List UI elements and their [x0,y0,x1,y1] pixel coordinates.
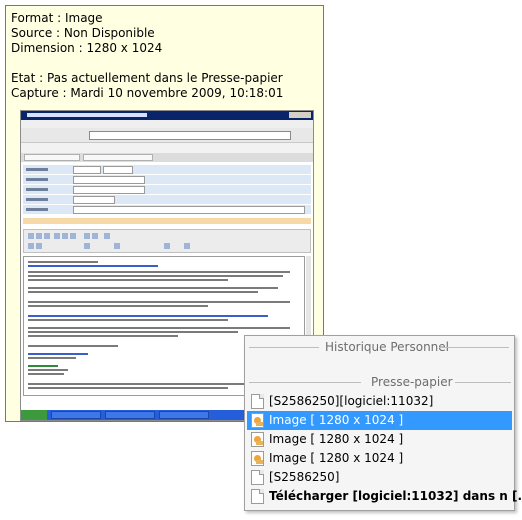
menu-item-label: Image [ 1280 x 1024 ] [269,432,404,446]
tooltip-dimension: Dimension : 1280 x 1024 [11,41,163,55]
menu-item-label: [S2586250] [269,470,340,484]
section-history-label: Historique Personnel [325,340,449,354]
document-icon [251,470,264,485]
thumb-editor-toolbar [23,229,311,253]
menu-item-image-1[interactable]: Image [ 1280 x 1024 ] [247,411,512,430]
thumb-bookmarks [21,143,313,153]
clipboard-separator-right [455,382,511,383]
menu-item-text-short[interactable]: [S2586250] [247,468,512,487]
tooltip-source: Source : Non Disponible [11,26,155,40]
thumb-menubar [21,120,313,128]
tooltip-state: Etat : Pas actuellement dans le Presse-p… [11,71,283,85]
thumb-form [23,165,311,215]
history-separator-right [439,347,509,348]
thumb-orange-bar [23,218,311,224]
menu-item-label: Télécharger [logiciel:11032] dans n [..] [269,489,522,503]
menu-item-label: [S2586250][logiciel:11032] [269,394,434,408]
thumb-titlebar [21,111,313,120]
clipboard-separator-left [249,382,361,383]
section-clipboard-label: Presse-papier [371,375,453,389]
menu-item-image-3[interactable]: Image [ 1280 x 1024 ] [247,449,512,468]
clipboard-history-menu: Historique Personnel Presse-papier [S258… [244,335,522,511]
image-icon [251,432,264,447]
tooltip-capture: Capture : Mardi 10 novembre 2009, 10:18:… [11,86,284,100]
image-icon [251,451,264,466]
history-separator-left [249,347,319,348]
menu-item-label: Image [ 1280 x 1024 ] [269,413,404,427]
thumb-navbar [21,128,313,143]
tooltip-format: Format : Image [11,11,103,25]
document-icon [251,489,264,504]
menu-item-text-entry[interactable]: [S2586250][logiciel:11032] [247,392,512,411]
tooltip-info: Format : Image Source : Non Disponible D… [11,11,283,101]
menu-item-download[interactable]: Télécharger [logiciel:11032] dans n [..] [247,487,522,506]
menu-item-image-2[interactable]: Image [ 1280 x 1024 ] [247,430,512,449]
tooltip-spacer [11,56,283,71]
menu-item-label: Image [ 1280 x 1024 ] [269,451,404,465]
image-icon [251,413,264,428]
thumb-tabs [21,153,313,162]
document-icon [251,394,264,409]
